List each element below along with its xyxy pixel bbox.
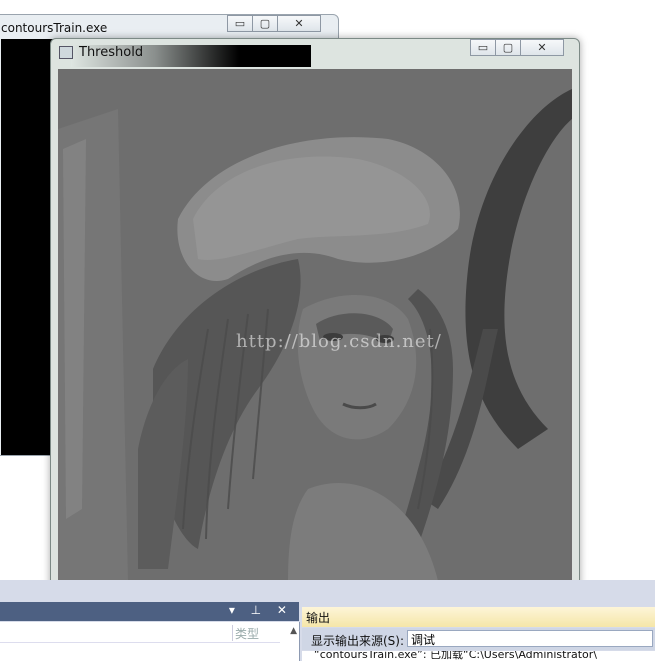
threshold-titlebar[interactable]: Threshold ▭ ▢ ✕	[51, 39, 579, 67]
minimize-icon: ▭	[477, 41, 489, 54]
output-source-select[interactable]: 调试	[407, 630, 653, 647]
panel-controls[interactable]: ▾ ⊥ ✕	[229, 603, 293, 617]
left-panel-header: ▾ ⊥ ✕	[0, 602, 299, 621]
console-close-button[interactable]: ✕	[277, 15, 321, 32]
threshold-minimize-button[interactable]: ▭	[470, 39, 496, 56]
output-text: “contoursTrain.exe”: 已加载“C:\Users\Admini…	[302, 651, 655, 661]
ide-panels: ▾ ⊥ ✕ 类型 ▲ 输出 显示输出来源(S): 调试 “contoursTra…	[0, 580, 655, 661]
output-toolbar: 显示输出来源(S): 调试	[302, 628, 655, 650]
window-app-icon	[59, 46, 73, 59]
maximize-icon: ▢	[259, 17, 271, 30]
thresholded-photo	[58, 69, 572, 581]
left-panel-body: 类型 ▲	[0, 622, 300, 661]
threshold-maximize-button[interactable]: ▢	[495, 39, 521, 56]
output-first-line: “contoursTrain.exe”: 已加载“C:\Users\Admini…	[314, 651, 598, 661]
column-header: 类型	[0, 622, 280, 643]
threshold-window: Threshold ▭ ▢ ✕ http://blog.csdn.net/	[50, 38, 580, 590]
maximize-icon: ▢	[502, 41, 514, 54]
console-caption-buttons: ▭ ▢ ✕	[227, 15, 321, 32]
threshold-image: http://blog.csdn.net/	[58, 69, 572, 581]
column-type-header[interactable]: 类型	[232, 625, 259, 641]
threshold-window-title: Threshold	[79, 45, 144, 60]
output-source-label: 显示输出来源(S):	[311, 634, 405, 648]
minimize-icon: ▭	[234, 17, 246, 30]
close-icon: ✕	[294, 17, 304, 30]
console-window-title: contoursTrain.exe	[1, 21, 108, 35]
console-minimize-button[interactable]: ▭	[227, 15, 253, 32]
threshold-close-button[interactable]: ✕	[520, 39, 564, 56]
watermark-text: http://blog.csdn.net/	[236, 331, 442, 352]
output-panel-title: 输出	[306, 611, 331, 625]
scroll-up-icon[interactable]: ▲	[290, 626, 297, 636]
threshold-caption-buttons: ▭ ▢ ✕	[470, 39, 564, 56]
close-icon: ✕	[537, 41, 547, 54]
output-panel-header: 输出	[302, 607, 655, 627]
console-maximize-button[interactable]: ▢	[252, 15, 278, 32]
